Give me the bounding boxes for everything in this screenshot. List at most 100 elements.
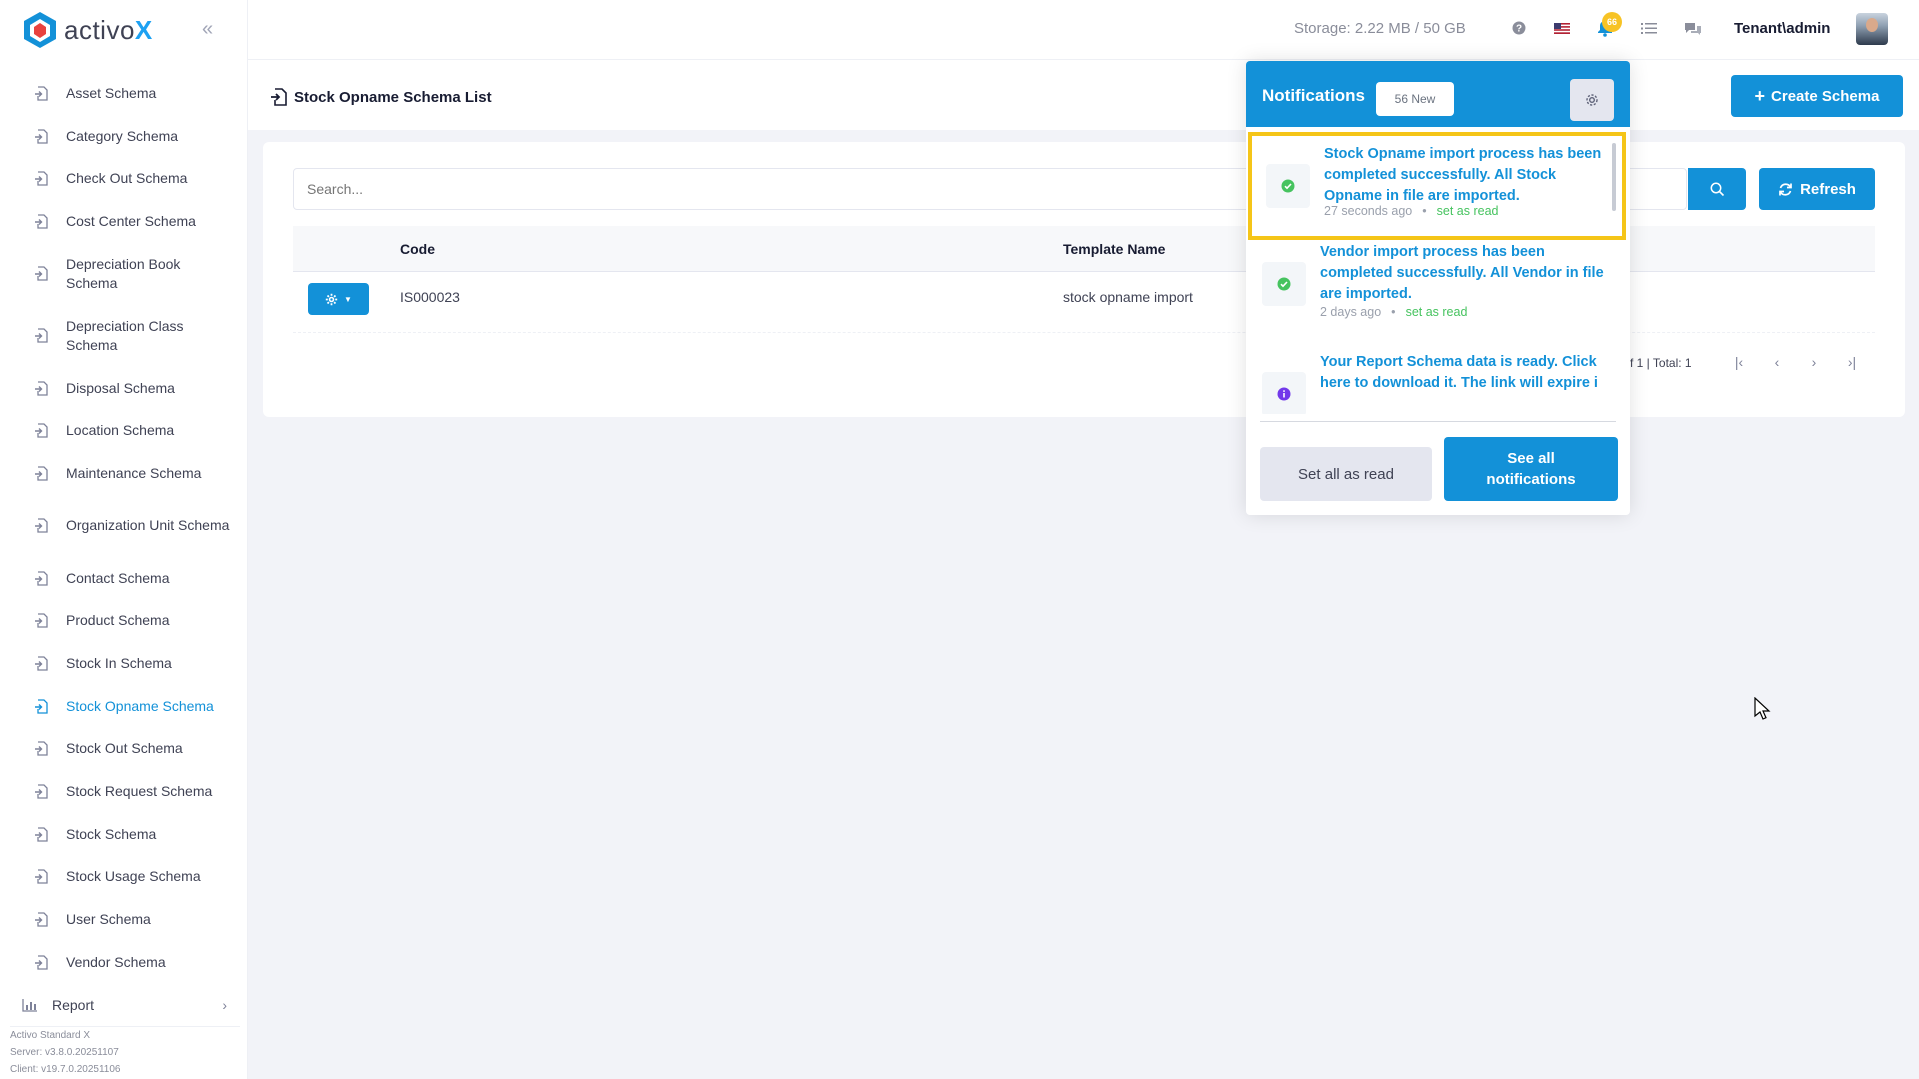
notification-count-badge: 66: [1602, 12, 1622, 32]
page-title-text: Stock Opname Schema List: [294, 88, 492, 106]
svg-text:?: ?: [1516, 24, 1522, 35]
table-divider: [293, 332, 1875, 333]
notification-item[interactable]: Vendor import process has been completed…: [1248, 242, 1626, 332]
sidebar-item-category-schema[interactable]: Category Schema: [0, 115, 248, 158]
create-schema-button[interactable]: + Create Schema: [1731, 75, 1903, 117]
file-import-icon: [35, 613, 48, 628]
next-page-icon[interactable]: ›: [1802, 350, 1826, 374]
sidebar-item-stock-usage-schema[interactable]: Stock Usage Schema: [0, 856, 248, 899]
task-list-icon[interactable]: [1640, 19, 1658, 37]
us-flag-icon[interactable]: [1553, 19, 1571, 37]
client-version: Client: v19.7.0.20251106: [10, 1064, 121, 1075]
file-import-icon: [35, 266, 48, 281]
sidebar-item-disposal-schema[interactable]: Disposal Schema: [0, 367, 248, 410]
sidebar-item-label: Maintenance Schema: [66, 464, 202, 481]
refresh-label: Refresh: [1800, 180, 1856, 198]
sidebar-item-check-out-schema[interactable]: Check Out Schema: [0, 157, 248, 200]
separator-dot: •: [1422, 204, 1427, 218]
plus-icon: +: [1754, 85, 1766, 106]
refresh-button[interactable]: Refresh: [1759, 168, 1875, 210]
sidebar-item-stock-out-schema[interactable]: Stock Out Schema: [0, 728, 248, 771]
notifications-title: Notifications: [1262, 86, 1365, 105]
mouse-cursor-icon: [1754, 697, 1771, 720]
sidebar-item-organization-unit-schema[interactable]: Organization Unit Schema: [0, 495, 248, 557]
notification-settings-button[interactable]: [1570, 79, 1614, 121]
row-actions-button[interactable]: ▼: [308, 283, 369, 315]
file-import-icon: [35, 86, 48, 101]
sidebar-item-report[interactable]: Report ›: [22, 997, 227, 1013]
see-all-notifications-button[interactable]: See all notifications: [1444, 437, 1618, 501]
sidebar-item-depreciation-book-schema[interactable]: Depreciation Book Schema: [0, 243, 248, 305]
set-as-read-link[interactable]: set as read: [1437, 204, 1499, 218]
sidebar-item-stock-request-schema[interactable]: Stock Request Schema: [0, 770, 248, 813]
user-name[interactable]: Tenant\admin: [1734, 20, 1830, 37]
version-info: Activo Standard X Server: v3.8.0.2025110…: [10, 1026, 240, 1078]
sidebar-item-contact-schema[interactable]: Contact Schema: [0, 557, 248, 600]
cell-code: IS000023: [400, 289, 460, 305]
notification-time: 27 seconds ago: [1324, 204, 1413, 218]
search-button[interactable]: [1688, 168, 1746, 210]
sidebar-item-maintenance-schema[interactable]: Maintenance Schema: [0, 452, 248, 495]
sidebar-item-user-schema[interactable]: User Schema: [0, 898, 248, 941]
caret-down-icon: ▼: [344, 294, 352, 304]
gear-icon: [1586, 94, 1598, 106]
notification-text: Vendor import process has been completed…: [1320, 244, 1604, 302]
notifications-header: Notifications 56 New: [1246, 61, 1630, 127]
success-check-icon: [1262, 262, 1306, 306]
file-import-icon: [35, 128, 48, 144]
last-page-icon[interactable]: ›|: [1840, 350, 1864, 374]
sidebar-item-cost-center-schema[interactable]: Cost Center Schema: [0, 200, 248, 243]
create-schema-label: Create Schema: [1771, 87, 1880, 105]
sidebar-item-label: Disposal Schema: [66, 379, 175, 396]
chat-icon[interactable]: [1684, 19, 1702, 37]
avatar[interactable]: [1856, 13, 1888, 45]
file-import-icon: [35, 380, 48, 396]
sidebar: activoX « Asset Schema Category Schema Che…: [0, 0, 248, 1079]
sidebar-item-stock-opname-schema[interactable]: Stock Opname Schema: [0, 685, 248, 728]
notification-item[interactable]: Stock Opname import process has been com…: [1248, 132, 1626, 240]
notifications-scrollbar[interactable]: [1612, 143, 1616, 211]
sidebar-item-location-schema[interactable]: Location Schema: [0, 409, 248, 452]
file-import-icon: [35, 171, 48, 186]
column-header-template-name[interactable]: Template Name: [1063, 241, 1165, 257]
sidebar-item-label: Stock Out Schema: [66, 740, 183, 757]
sidebar-item-depreciation-class-schema[interactable]: Depreciation Class Schema: [0, 305, 248, 367]
first-page-icon[interactable]: |‹: [1727, 350, 1751, 374]
top-header: Storage: 2.22 MB / 50 GB ? 66 Tenant\adm…: [248, 0, 1919, 60]
server-version: Server: v3.8.0.20251107: [10, 1047, 119, 1058]
set-all-read-button[interactable]: Set all as read: [1260, 447, 1432, 501]
sidebar-item-vendor-schema[interactable]: Vendor Schema: [0, 941, 248, 984]
sidebar-item-label: Stock Request Schema: [66, 783, 213, 800]
schema-list-card: Refresh Code Template Name ▼ IS000023 st…: [263, 142, 1905, 417]
sidebar-item-stock-schema[interactable]: Stock Schema: [0, 813, 248, 856]
file-import-icon: [35, 869, 48, 885]
notification-item[interactable]: Your Report Schema data is ready. Click …: [1248, 348, 1626, 414]
logo[interactable]: activoX: [22, 10, 153, 50]
notifications-panel: Notifications 56 New Stock Opname import…: [1246, 61, 1630, 515]
sidebar-item-stock-in-schema[interactable]: Stock In Schema: [0, 642, 248, 685]
file-import-icon: [271, 88, 287, 106]
page-titlebar: Stock Opname Schema List + Create Schema: [248, 60, 1919, 130]
column-header-code[interactable]: Code: [400, 241, 435, 257]
footer-divider: [1260, 421, 1616, 422]
previous-page-icon[interactable]: ‹: [1765, 350, 1789, 374]
sidebar-item-label: Depreciation Book Schema: [66, 255, 181, 291]
file-import-icon: [35, 699, 48, 714]
table-header: Code Template Name: [293, 226, 1875, 272]
sidebar-item-label: Stock Usage Schema: [66, 868, 201, 885]
logo-hexagon-icon: [24, 12, 56, 48]
chart-icon: [22, 999, 37, 1012]
set-as-read-link[interactable]: set as read: [1406, 305, 1468, 319]
sidebar-item-product-schema[interactable]: Product Schema: [0, 600, 248, 643]
product-name: Activo Standard X: [10, 1030, 91, 1041]
sidebar-item-label: Stock In Schema: [66, 655, 172, 672]
notification-meta: 2 days ago • set as read: [1320, 305, 1467, 319]
collapse-sidebar-icon[interactable]: «: [202, 18, 213, 41]
sidebar-item-asset-schema[interactable]: Asset Schema: [0, 72, 248, 115]
page-title: Stock Opname Schema List: [270, 88, 492, 106]
help-icon[interactable]: ?: [1510, 19, 1528, 37]
notification-meta: 27 seconds ago • set as read: [1324, 204, 1499, 218]
sidebar-item-label: Cost Center Schema: [66, 212, 196, 229]
chevron-right-icon: ›: [222, 997, 227, 1013]
file-import-icon: [35, 466, 48, 481]
